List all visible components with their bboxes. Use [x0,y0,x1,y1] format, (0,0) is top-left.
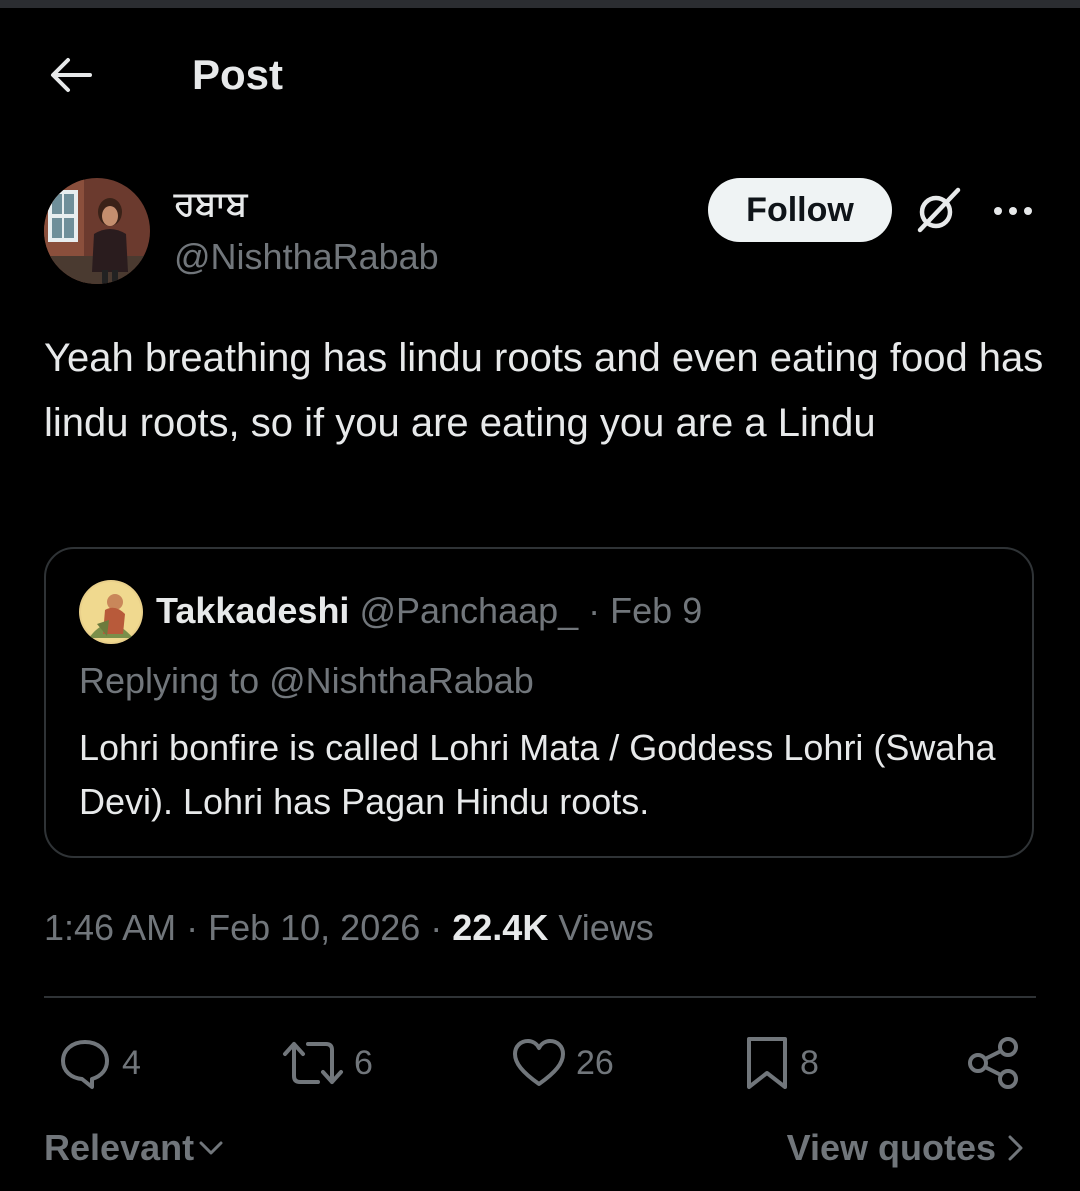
sort-label: Relevant [44,1127,195,1168]
post-time: 1:46 AM [44,907,177,948]
post-header: Post [0,40,1080,110]
post-text: Yeah breathing has lindu roots and even … [44,336,1044,445]
follow-button[interactable]: Follow [708,178,892,242]
reply-count: 4 [122,1043,141,1082]
chevron-right-icon [1008,1135,1023,1161]
view-quotes-link[interactable]: View quotes [787,1124,1026,1172]
action-bar: 4 6 26 8 [0,1030,1080,1100]
quoted-replying-to: Replying to @NishthaRabab [79,660,534,701]
post-meta: 1:46 AM · Feb 10, 2026 · 22.4K Views [44,904,654,952]
reply-button[interactable]: 4 [58,1030,141,1096]
grok-icon [917,187,961,233]
back-button[interactable] [44,52,96,98]
quoted-avatar [79,580,143,644]
like-count: 26 [576,1043,614,1082]
repost-button[interactable]: 6 [282,1030,373,1096]
chevron-down-icon [199,1141,223,1155]
divider [44,996,1036,998]
quoted-post-card[interactable]: Takkadeshi @Panchaap_ · Feb 9 Replying t… [44,547,1034,858]
status-bar-strip [0,0,1080,8]
quoted-header: Takkadeshi @Panchaap_ · Feb 9 [156,589,702,633]
user-handle[interactable]: @NishthaRabab [174,236,439,278]
quoted-text: Lohri bonfire is called Lohri Mata / God… [79,727,996,822]
view-quotes-label: View quotes [786,1127,996,1168]
repost-icon [283,1042,343,1084]
avatar-photo [44,178,150,284]
bookmark-count: 8 [800,1043,819,1082]
author-row: ਰਬਾਬ @NishthaRabab Follow [44,178,1044,288]
quoted-date: Feb 9 [610,590,703,631]
share-button[interactable] [966,1030,1022,1096]
quoted-avatar-art [79,580,143,644]
heart-icon [513,1039,565,1086]
quoted-handle: @Panchaap_ [359,590,579,631]
more-button[interactable] [988,186,1038,236]
repost-count: 6 [354,1043,373,1082]
meta-separator: · [420,907,453,948]
bookmark-button[interactable]: 8 [744,1030,819,1096]
grok-button[interactable] [912,184,964,236]
display-name[interactable]: ਰਬਾਬ [174,184,247,224]
like-button[interactable]: 26 [512,1030,614,1096]
reply-icon [61,1040,109,1089]
bookmark-icon [747,1037,787,1089]
sort-dropdown[interactable]: Relevant [44,1124,224,1172]
quoted-display-name: Takkadeshi [156,590,350,631]
post-screen: Post ਰਬਾਬ @NishthaRabab Follow Yeah brea… [0,0,1080,1191]
quoted-separator: · [578,590,611,631]
page-title: Post [192,51,284,98]
avatar[interactable] [44,178,150,284]
post-date: Feb 10, 2026 [208,907,421,948]
more-dots-icon [994,207,1032,215]
arrow-left-icon [51,58,92,92]
share-icon [968,1037,1018,1089]
meta-separator: · [176,907,209,948]
views-label: Views [558,907,654,948]
views-count[interactable]: 22.4K [452,907,548,948]
